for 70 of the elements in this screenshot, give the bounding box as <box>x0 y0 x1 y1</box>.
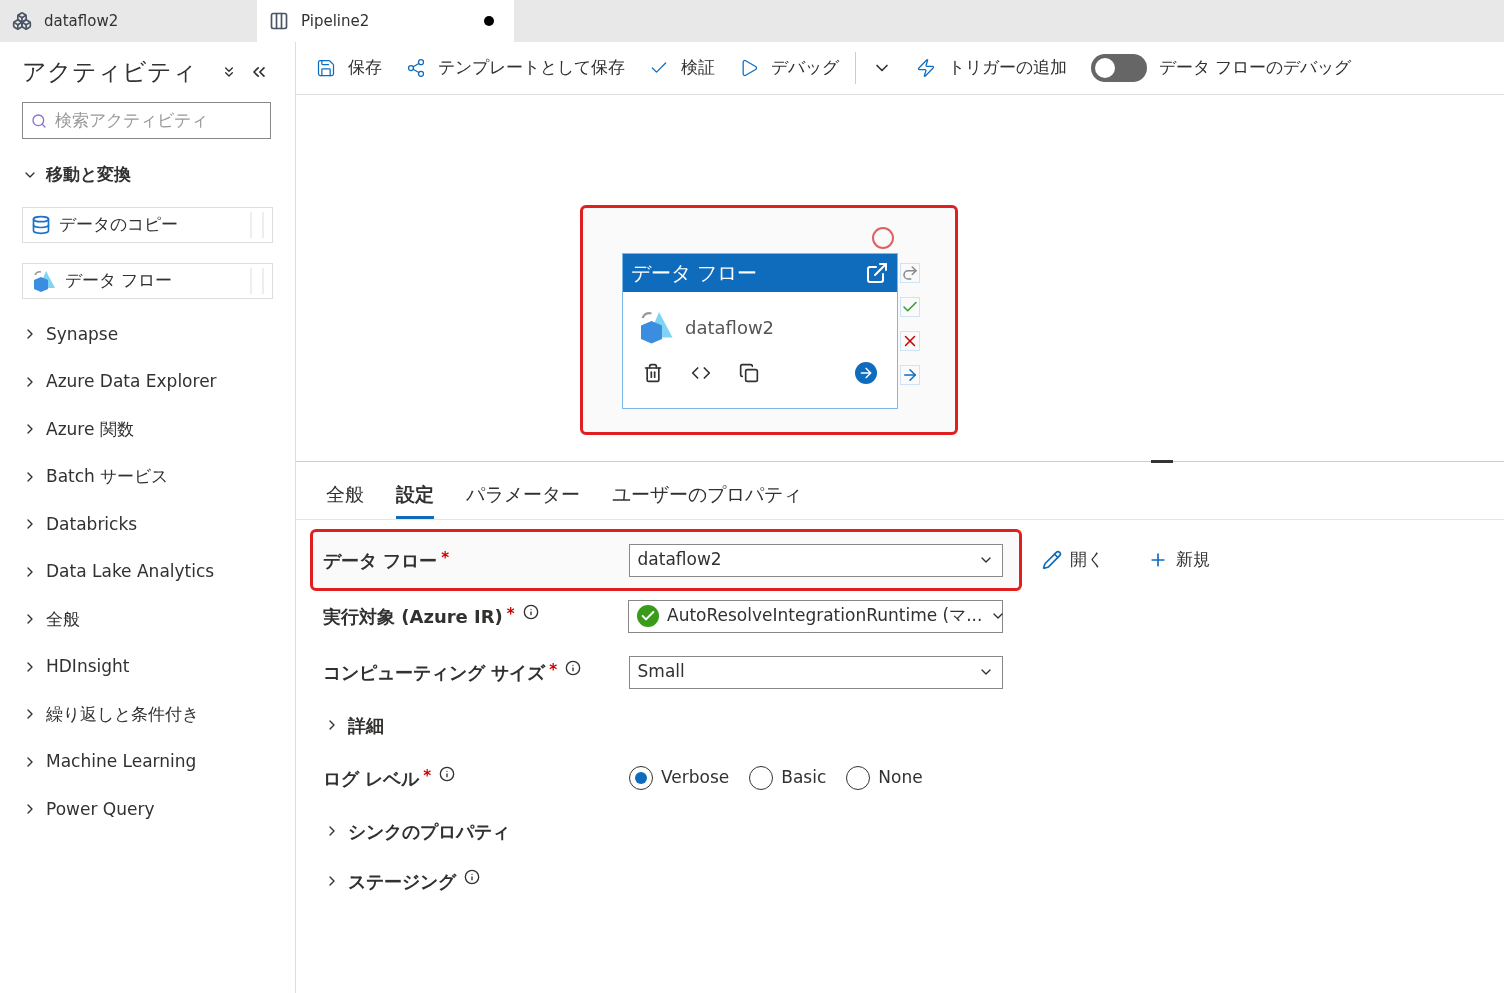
field-label: データ フロー <box>323 548 438 573</box>
category-item[interactable]: 繰り返しと条件付き <box>22 690 273 738</box>
dropdown-field[interactable]: Small <box>628 655 1003 689</box>
info-icon[interactable] <box>522 604 539 620</box>
category-item[interactable]: Azure 関数 <box>22 405 273 453</box>
category-item[interactable]: Synapse <box>22 310 273 358</box>
radio-option[interactable]: None <box>846 765 923 791</box>
required-mark: * <box>441 547 450 569</box>
info-icon[interactable] <box>439 766 456 782</box>
resize-handle[interactable] <box>1151 460 1173 463</box>
activity-item[interactable]: データのコピー <box>22 206 273 243</box>
category-item[interactable]: Data Lake Analytics <box>22 548 273 596</box>
panel-tab[interactable]: パラメーター <box>466 479 580 519</box>
arrow-right-icon[interactable] <box>900 365 920 385</box>
database-icon <box>31 214 51 235</box>
info-icon[interactable] <box>464 869 480 885</box>
category-item[interactable]: Databricks <box>22 500 273 548</box>
section-expander[interactable]: 詳細 <box>310 700 384 750</box>
toolbar-button[interactable]: トリガーの追加 <box>916 55 1067 81</box>
pipeline-icon <box>269 11 289 31</box>
search-icon <box>31 112 47 129</box>
sidebar-title: アクティビティ <box>22 57 198 88</box>
save-icon <box>316 58 336 78</box>
section-expander[interactable]: ステージング <box>310 856 480 906</box>
copy-icon[interactable] <box>739 363 759 383</box>
radio-option[interactable]: Verbose <box>629 765 730 791</box>
dropdown-field[interactable]: AutoResolveIntegrationRuntime (マ... <box>628 599 1003 633</box>
category-item[interactable]: 移動と変換 <box>22 151 273 199</box>
required-mark: * <box>506 603 515 625</box>
toolbar-button[interactable]: 保存 <box>316 55 382 81</box>
radio-option[interactable]: Basic <box>749 765 827 791</box>
share-icon <box>406 58 426 78</box>
lightning-icon <box>916 58 936 78</box>
activity-title: データ フロー <box>631 260 759 287</box>
activity-item[interactable]: データ フロー <box>22 262 273 299</box>
panel-tab[interactable]: 全般 <box>326 479 364 519</box>
toolbar-button[interactable]: テンプレートとして保存 <box>406 55 625 81</box>
action-link[interactable]: 開く <box>1042 547 1104 573</box>
toggle-label: データ フローのデバッグ <box>1159 56 1352 80</box>
activity-node[interactable]: データ フロー dataflow2 <box>622 253 898 409</box>
toolbar-button[interactable]: デバッグ <box>739 55 839 81</box>
category-item[interactable]: Power Query <box>22 785 273 833</box>
category-item[interactable]: HDInsight <box>22 643 273 691</box>
required-mark: * <box>549 659 558 681</box>
delete-icon[interactable] <box>643 363 663 383</box>
category-item[interactable]: Machine Learning <box>22 738 273 786</box>
info-icon[interactable] <box>565 660 582 676</box>
open-external-icon[interactable] <box>865 261 889 285</box>
search-field[interactable]: 検索アクティビティ <box>22 102 271 139</box>
category-item[interactable]: Batch サービス <box>22 453 273 501</box>
action-link[interactable]: 新規 <box>1148 547 1210 573</box>
required-mark: * <box>423 765 432 787</box>
pencil-icon <box>1042 550 1062 570</box>
field-label: コンピューティング サイズ <box>323 660 546 685</box>
debug-toggle[interactable] <box>1091 54 1147 82</box>
panel-tab[interactable]: 設定 <box>396 479 434 519</box>
activity-name: dataflow2 <box>685 315 775 340</box>
dropdown-field[interactable]: dataflow2 <box>628 543 1003 577</box>
toolbar-button[interactable]: 検証 <box>649 55 715 81</box>
document-tab[interactable]: Pipeline2 <box>257 0 514 42</box>
field-label: ログ レベル <box>323 766 420 791</box>
category-item[interactable]: 全般 <box>22 595 273 643</box>
section-expander[interactable]: シンクのプロパティ <box>310 806 510 856</box>
dataflow-icon <box>12 11 32 31</box>
check-icon[interactable] <box>900 297 920 317</box>
panel-tab[interactable]: ユーザーのプロパティ <box>612 479 802 519</box>
field-label: 実行対象 (Azure IR) <box>323 604 503 629</box>
category-item[interactable]: Azure Data Explorer <box>22 358 273 406</box>
search-input[interactable]: 検索アクティビティ <box>55 107 255 134</box>
close-icon[interactable] <box>900 331 920 351</box>
